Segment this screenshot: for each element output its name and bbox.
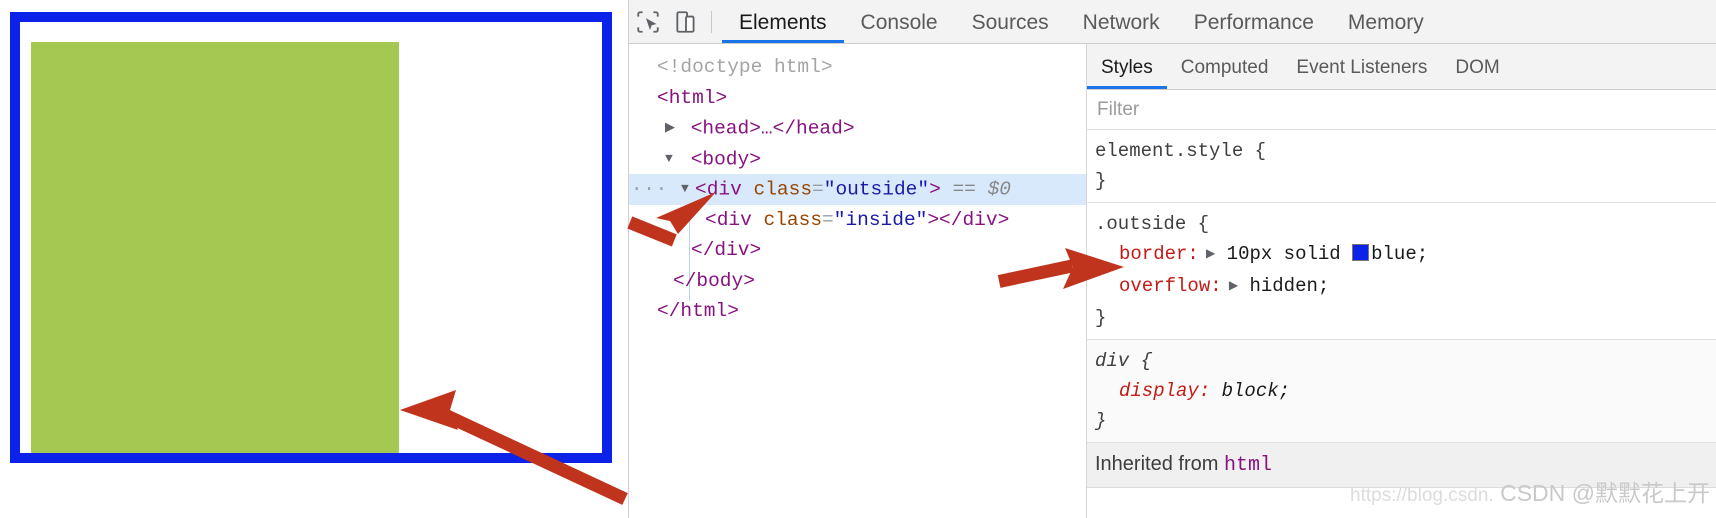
tab-styles[interactable]: Styles <box>1087 44 1167 89</box>
div-outside-tagname: div <box>706 178 742 201</box>
tab-memory[interactable]: Memory <box>1331 0 1441 43</box>
css-rule-element-style[interactable]: element.style { } <box>1087 130 1716 203</box>
css-rule-div[interactable]: div { display: block; } <box>1087 340 1716 443</box>
dom-line-div-outside[interactable]: ··· ▼ <div class="outside"> == $0 <box>629 174 1086 205</box>
css-rule-close-brace-2: } <box>1095 410 1107 432</box>
inherited-from-target[interactable]: html <box>1224 454 1272 477</box>
tab-sources[interactable]: Sources <box>955 0 1066 43</box>
doctype-text: <!doctype html> <box>657 56 833 78</box>
selected-node-ref: == $0 <box>952 178 1011 201</box>
css-selector-div[interactable]: div { <box>1095 346 1716 376</box>
div-close-tag: </div> <box>691 239 762 261</box>
device-toolbar-icon[interactable] <box>667 3 705 41</box>
dom-tree-panel[interactable]: <!doctype html> <html> ▶ <head>…</head> … <box>629 44 1087 518</box>
chevron-right-icon[interactable]: ▶ <box>665 113 679 144</box>
outside-div <box>10 12 612 463</box>
inside-div <box>31 42 399 453</box>
div-inside-open-bracket: < <box>705 208 717 231</box>
div-inside-tagname: div <box>716 208 752 231</box>
div-outside-open-bracket: < <box>695 178 707 201</box>
div-inside-space <box>752 209 764 231</box>
body-close-tag: </body> <box>673 269 755 292</box>
devtools-toolbar: Elements Console Sources Network Perform… <box>629 0 1716 44</box>
css-selector-outside[interactable]: .outside { <box>1095 209 1716 239</box>
tab-performance[interactable]: Performance <box>1177 0 1331 43</box>
tab-console[interactable]: Console <box>844 0 955 43</box>
dom-line-head[interactable]: ▶ <head>…</head> <box>629 113 1086 144</box>
div-inside-close-tag: ></div> <box>927 208 1010 231</box>
styles-filter-row[interactable] <box>1087 90 1716 130</box>
devtools-panel: Elements Console Sources Network Perform… <box>628 0 1716 518</box>
div-outside-equals: = <box>812 178 824 201</box>
chevron-down-icon[interactable]: ▼ <box>681 174 695 205</box>
div-outside-attr-key[interactable]: class <box>754 178 813 200</box>
inherited-from-header: Inherited from html <box>1087 443 1716 488</box>
chevron-down-icon[interactable]: ▼ <box>665 144 679 175</box>
page-viewport <box>0 0 628 518</box>
inspect-element-icon[interactable] <box>629 3 667 41</box>
dom-line-html-close[interactable]: </html> <box>629 296 1086 327</box>
dom-line-body-open[interactable]: ▼ <body> <box>629 144 1086 175</box>
css-value-border[interactable]: 10px solid <box>1227 243 1341 265</box>
head-tag: <head>…</head> <box>690 117 855 140</box>
color-swatch-blue[interactable] <box>1352 244 1370 261</box>
css-rule-close-brace-0: } <box>1095 170 1107 192</box>
css-rule-close-brace-1: } <box>1095 307 1107 329</box>
expand-triangle-icon[interactable]: ▶ <box>1199 239 1215 269</box>
styles-panel: Styles Computed Event Listeners DOM elem… <box>1087 44 1716 518</box>
css-value-display[interactable]: block; <box>1222 380 1290 402</box>
css-property-overflow[interactable]: overflow: <box>1119 275 1222 297</box>
div-inside-equals: = <box>822 208 834 231</box>
dom-line-html-open[interactable]: <html> <box>629 83 1086 114</box>
div-inside-attr-quoted[interactable]: "inside" <box>834 209 928 231</box>
expand-triangle-icon[interactable]: ▶ <box>1222 271 1238 301</box>
css-value-overflow[interactable]: hidden; <box>1249 275 1329 297</box>
toolbar-divider <box>711 10 712 33</box>
css-rule-outside[interactable]: .outside { border: ▶ 10px solid blue; ov… <box>1087 203 1716 340</box>
html-close-tag: </html> <box>657 300 739 322</box>
css-property-display[interactable]: display: <box>1119 380 1210 402</box>
dom-ellipsis-badge[interactable]: ··· <box>631 174 668 205</box>
div-outside-attr-name <box>742 178 754 200</box>
html-open-tag: <html> <box>657 86 728 109</box>
tab-event-listeners[interactable]: Event Listeners <box>1282 44 1441 89</box>
inherited-from-label: Inherited from <box>1095 453 1219 475</box>
tab-dom-breakpoints[interactable]: DOM <box>1441 44 1513 89</box>
tab-network[interactable]: Network <box>1066 0 1177 43</box>
dom-line-doctype[interactable]: <!doctype html> <box>629 52 1086 83</box>
css-declaration-display[interactable]: display: block; <box>1095 376 1716 406</box>
styles-filter-input[interactable] <box>1095 97 1690 122</box>
styles-tabbar: Styles Computed Event Listeners DOM <box>1087 44 1716 90</box>
css-declaration-border[interactable]: border: ▶ 10px solid blue; <box>1095 239 1716 271</box>
tab-elements[interactable]: Elements <box>722 0 844 43</box>
body-open-tag: <body> <box>690 147 761 170</box>
css-declaration-overflow[interactable]: overflow: ▶ hidden; <box>1095 271 1716 303</box>
css-value-border-color[interactable]: blue; <box>1371 243 1428 265</box>
css-property-border[interactable]: border: <box>1119 243 1199 265</box>
div-inside-attr-key[interactable]: class <box>764 209 823 231</box>
dom-line-div-close[interactable]: </div> <box>629 235 1086 266</box>
div-outside-close-bracket: > <box>929 178 941 201</box>
div-outside-attr-quoted[interactable]: "outside" <box>824 178 929 200</box>
css-selector-element-style[interactable]: element.style { <box>1095 136 1716 166</box>
dom-line-body-close[interactable]: </body> <box>629 266 1086 297</box>
dom-line-div-inside[interactable]: <div class="inside"></div> <box>629 204 1086 301</box>
tab-computed[interactable]: Computed <box>1167 44 1283 89</box>
